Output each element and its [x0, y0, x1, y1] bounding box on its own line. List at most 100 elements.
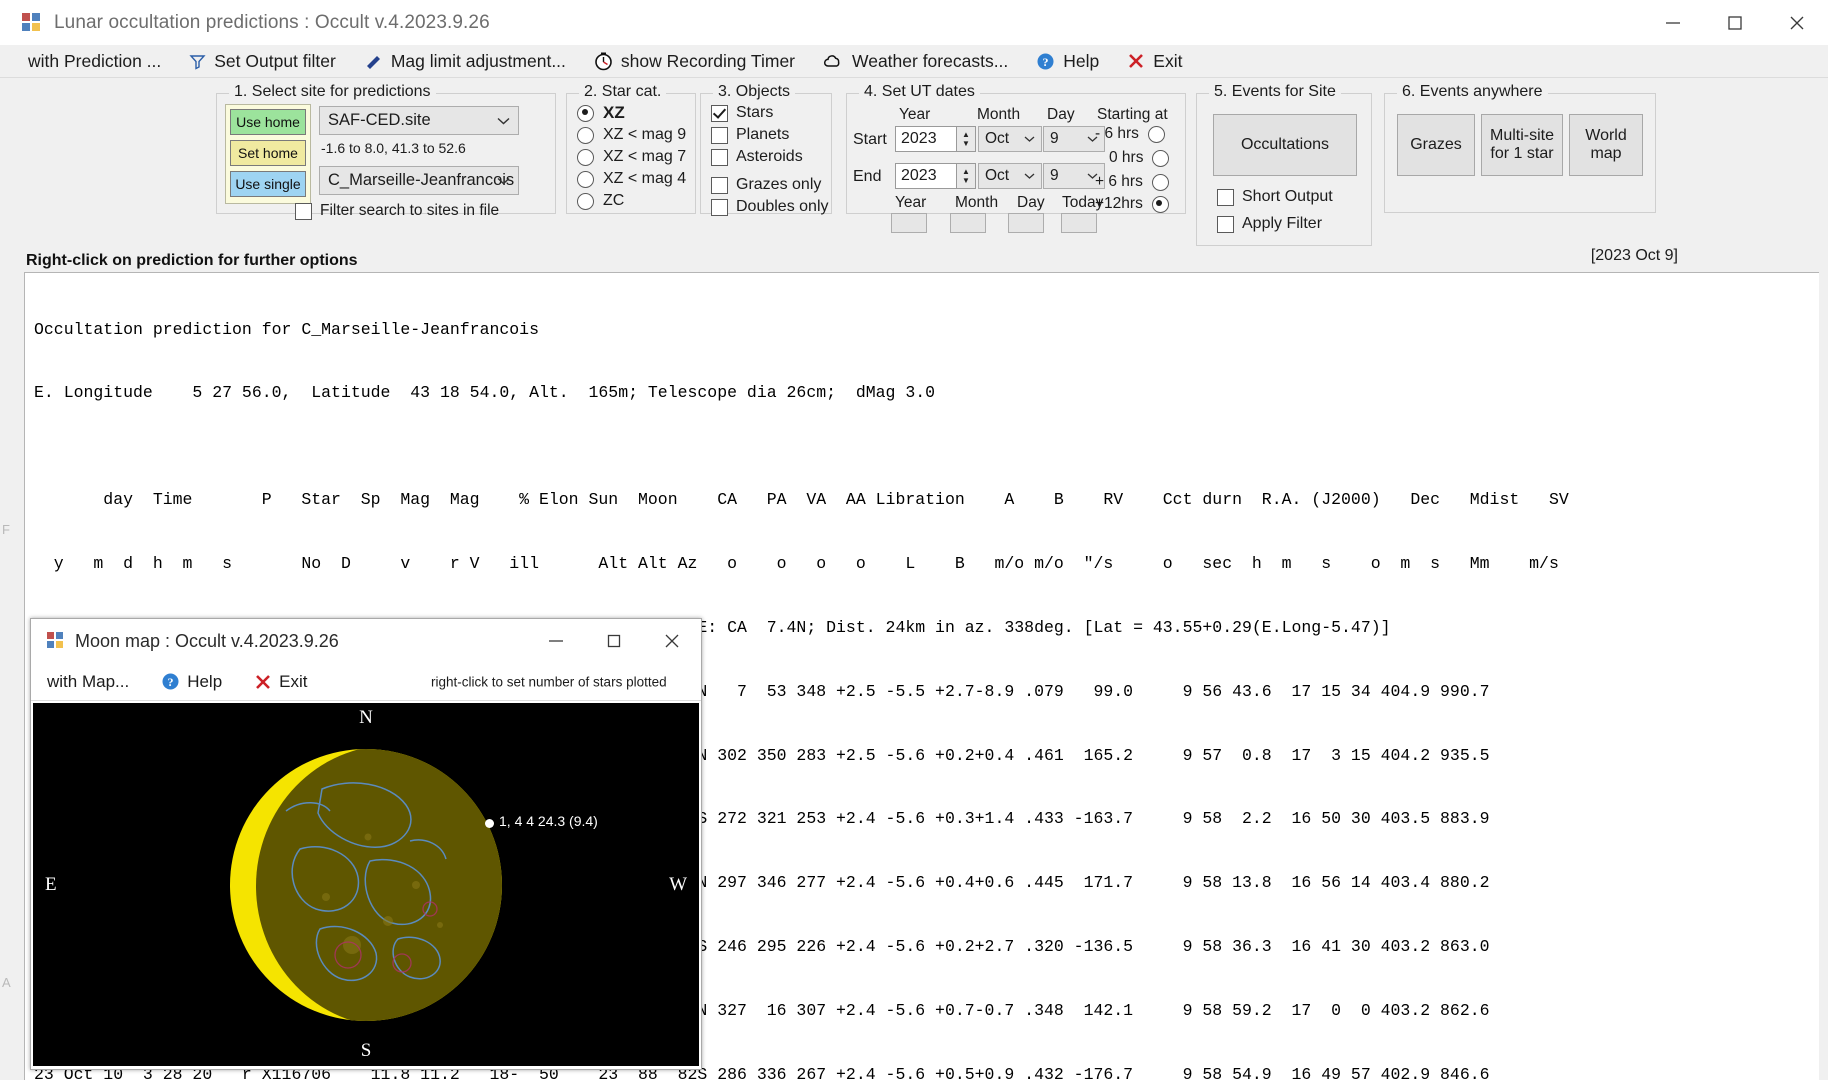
moon-map-close-button[interactable] [643, 619, 701, 663]
end-year-input[interactable]: 2023 [895, 163, 957, 189]
toolbar-item-weather-forecasts[interactable]: Weather forecasts... [809, 45, 1022, 78]
toolbar-item-exit[interactable]: Exit [1113, 45, 1196, 78]
filter-sites-checkbox[interactable]: Filter search to sites in file [295, 202, 499, 220]
occultation-star-marker [485, 819, 494, 828]
compass-west: W [669, 874, 687, 896]
window-title: Lunar occultation predictions : Occult v… [54, 12, 490, 34]
radio-dot [1148, 126, 1165, 143]
app-icon [47, 632, 65, 650]
close-button[interactable] [1766, 0, 1828, 45]
panel-legend: 6. Events anywhere [1397, 83, 1548, 101]
start-row-label: Start [853, 131, 887, 149]
day-stepper-box[interactable] [1008, 213, 1044, 233]
moon-disc [230, 749, 502, 1021]
toolbar-item-set-output-filter[interactable]: Set Output filter [175, 45, 350, 78]
radio-xz-mag9[interactable]: XZ < mag 9 [577, 124, 686, 146]
use-home-button[interactable]: Use home [230, 109, 306, 135]
maximize-button[interactable] [1704, 0, 1766, 45]
starting-minus6-option[interactable]: - 6 hrs [1095, 125, 1165, 143]
checkbox-label: Apply Filter [1242, 215, 1322, 233]
main-titlebar: Lunar occultation predictions : Occult v… [0, 0, 1828, 45]
occultations-button[interactable]: Occultations [1213, 114, 1357, 176]
toolbar-item-help[interactable]: ? Help [1022, 45, 1113, 78]
site-file-value: SAF-CED.site [328, 111, 431, 130]
starting-plus6-option[interactable]: + 6 hrs [1095, 173, 1169, 191]
toolbar-label: Help [1063, 51, 1099, 72]
observer-value: C_Marseille-Jeanfrancois [328, 171, 514, 190]
site-file-combo[interactable]: SAF-CED.site [319, 106, 519, 135]
moon-map-minimize-button[interactable] [527, 619, 585, 663]
checkbox-short-output[interactable]: Short Output [1217, 186, 1333, 208]
multi-site-button[interactable]: Multi-site for 1 star [1481, 114, 1563, 176]
toolbar-label: Set Output filter [214, 51, 336, 72]
grazes-button[interactable]: Grazes [1397, 114, 1475, 176]
panel-legend: 1. Select site for predictions [229, 83, 436, 101]
start-year-input[interactable]: 2023 [895, 126, 957, 152]
year-stepper-box[interactable] [891, 213, 927, 233]
moon-toolbar-item-with-map[interactable]: with Map... [31, 663, 145, 701]
checkbox-stars[interactable]: Stars [711, 102, 829, 124]
end-month-combo[interactable]: Oct [978, 163, 1042, 189]
moon-map-title: Moon map : Occult v.4.2023.9.26 [75, 631, 339, 652]
use-single-button[interactable]: Use single [230, 171, 306, 197]
svg-text:?: ? [168, 675, 174, 689]
checkbox-asteroids[interactable]: Asteroids [711, 146, 829, 168]
radio-zc[interactable]: ZC [577, 190, 686, 212]
moon-map-toolbar: with Map... ? Help Exit right-click to s… [31, 663, 701, 701]
moon-toolbar-item-exit[interactable]: Exit [238, 663, 323, 701]
app-icon [22, 13, 42, 33]
chevron-down-icon [497, 111, 510, 130]
radio-xz-mag4[interactable]: XZ < mag 4 [577, 168, 686, 190]
radio-label: XZ [603, 103, 625, 123]
month-stepper-box[interactable] [950, 213, 986, 233]
checkbox-label: Planets [736, 126, 789, 144]
application-window: Lunar occultation predictions : Occult v… [0, 0, 1828, 1080]
checkbox-label: Asteroids [736, 148, 803, 166]
main-toolbar: with Prediction ... Set Output filter Ma… [0, 45, 1828, 78]
checkbox-grazes-only[interactable]: Grazes only [711, 174, 829, 196]
checkbox-doubles-only[interactable]: Doubles only [711, 196, 829, 218]
moon-map-canvas[interactable]: N S E W [33, 703, 699, 1066]
ut-dates-panel: 4. Set UT dates Year Month Day Starting … [846, 93, 1186, 214]
minimize-button[interactable] [1642, 0, 1704, 45]
checkbox-box [1217, 216, 1234, 233]
radio-label: XZ < mag 9 [603, 126, 686, 144]
radio-xz[interactable]: XZ [577, 102, 686, 124]
checkbox-planets[interactable]: Planets [711, 124, 829, 146]
panel-legend: 2. Star cat. [579, 83, 666, 101]
site-buttons-group: Use home Set home Use single [225, 104, 311, 204]
date-stamp: [2023 Oct 9] [1591, 247, 1678, 265]
set-home-button[interactable]: Set home [230, 140, 306, 166]
end-year-spinner[interactable]: ▲▼ [957, 163, 976, 189]
starting-0hrs-option[interactable]: 0 hrs [1109, 149, 1169, 167]
today-button-box[interactable] [1061, 213, 1097, 233]
clock-icon [594, 52, 613, 71]
chevron-down-icon [497, 171, 510, 190]
toolbar-item-mag-limit-adjustment[interactable]: Mag limit adjustment... [350, 45, 580, 78]
output-column-subheader: y m d h m s No D v r V ill Alt Alt Az o … [34, 553, 1819, 574]
toolbar-item-with-prediction[interactable]: with Prediction ... [0, 45, 175, 78]
checkbox-label: Short Output [1242, 188, 1333, 206]
radio-dot [577, 127, 594, 144]
funnel-icon [189, 53, 206, 70]
radio-label: ZC [603, 192, 624, 210]
option-label: 0 hrs [1109, 149, 1143, 167]
edge-glyph: A [2, 975, 11, 990]
checkbox-apply-filter[interactable]: Apply Filter [1217, 213, 1322, 235]
output-header-line: Occultation prediction for C_Marseille-J… [34, 319, 1819, 340]
radio-xz-mag7[interactable]: XZ < mag 7 [577, 146, 686, 168]
panel-legend: 4. Set UT dates [859, 83, 980, 101]
pen-icon [364, 53, 383, 70]
toolbar-label: Mag limit adjustment... [391, 51, 566, 72]
toolbar-item-show-recording-timer[interactable]: show Recording Timer [580, 45, 809, 78]
start-month-combo[interactable]: Oct [978, 126, 1042, 152]
starting-plus12-option[interactable]: +12hrs [1095, 195, 1169, 213]
moon-toolbar-item-help[interactable]: ? Help [145, 663, 238, 701]
moon-map-maximize-button[interactable] [585, 619, 643, 663]
world-map-button[interactable]: World map [1569, 114, 1643, 176]
start-year-spinner[interactable]: ▲▼ [957, 126, 976, 152]
checkbox-box [711, 127, 728, 144]
option-label: - 6 hrs [1095, 125, 1139, 143]
toolbar-label: Help [187, 672, 222, 692]
observer-site-combo[interactable]: C_Marseille-Jeanfrancois [319, 166, 519, 195]
